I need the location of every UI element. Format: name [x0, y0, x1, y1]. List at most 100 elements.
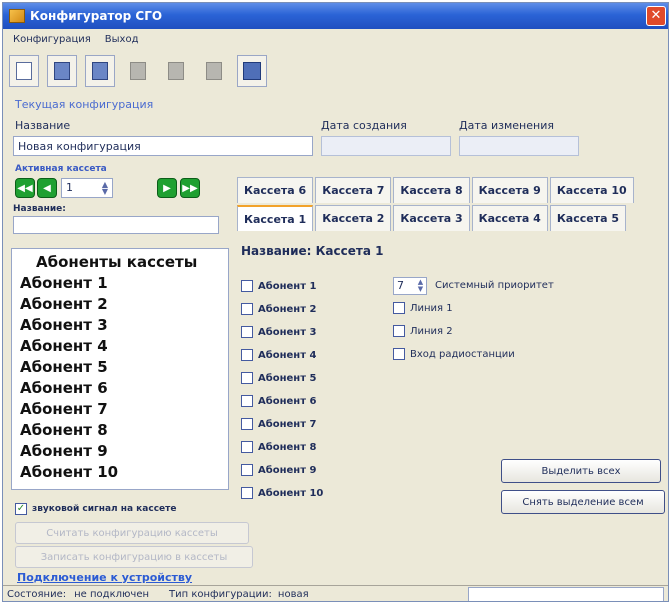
- tab-cassette-4[interactable]: Кассета 4: [471, 205, 548, 231]
- created-date-label: Дата создания: [321, 119, 407, 132]
- spinner-arrows-icon[interactable]: ▲ ▼: [416, 279, 425, 293]
- subscriber-checkbox-4[interactable]: Абонент 4: [241, 349, 316, 361]
- tab-cassette-6[interactable]: Кассета 6: [237, 177, 314, 203]
- checkbox-checked[interactable]: ✓: [15, 503, 27, 515]
- deselect-all-button[interactable]: Снять выделение всем: [501, 490, 665, 514]
- checkbox[interactable]: [241, 441, 253, 453]
- save-config-button[interactable]: [85, 55, 115, 87]
- connect-device-link[interactable]: Подключение к устройству: [17, 571, 192, 584]
- list-item[interactable]: Абонент 9: [12, 441, 228, 462]
- checkbox[interactable]: [241, 372, 253, 384]
- list-item[interactable]: Абонент 5: [12, 357, 228, 378]
- checkbox-label: Абонент 8: [258, 441, 317, 453]
- list-item[interactable]: Абонент 6: [12, 378, 228, 399]
- created-date-field: [321, 136, 451, 156]
- main-window: Конфигуратор СГО ✕ Конфигурация Выход Те…: [2, 2, 669, 602]
- menu-exit[interactable]: Выход: [105, 34, 139, 45]
- state-label: Состояние:: [7, 589, 67, 600]
- write-device-icon: [243, 62, 261, 80]
- tab-cassette-2[interactable]: Кассета 2: [315, 205, 392, 231]
- config-type-label: Тип конфигурации:: [169, 589, 272, 600]
- checkbox[interactable]: [393, 348, 405, 360]
- list-item[interactable]: Абонент 2: [12, 294, 228, 315]
- export-button[interactable]: [161, 55, 191, 87]
- priority-value: 7: [397, 279, 404, 292]
- select-all-button[interactable]: Выделить всех: [501, 459, 661, 483]
- checkbox[interactable]: [241, 487, 253, 499]
- checkbox-label: Абонент 7: [258, 418, 317, 430]
- write-device-button[interactable]: [237, 55, 267, 87]
- tab-cassette-10[interactable]: Кассета 10: [549, 177, 634, 203]
- title-bar: Конфигуратор СГО ✕: [3, 3, 668, 29]
- import-button[interactable]: [199, 55, 229, 87]
- radio-input-checkbox[interactable]: Вход радиостанции: [393, 348, 515, 360]
- first-cassette-button[interactable]: ◀◀: [15, 178, 35, 198]
- spinner-arrows-icon[interactable]: ▲ ▼: [100, 181, 110, 196]
- tab-cassette-8[interactable]: Кассета 8: [393, 177, 470, 203]
- checkbox[interactable]: [241, 395, 253, 407]
- checkbox[interactable]: [241, 464, 253, 476]
- checkbox-label: Абонент 5: [258, 372, 317, 384]
- new-config-button[interactable]: [9, 55, 39, 87]
- priority-spinner[interactable]: 7 ▲ ▼: [393, 277, 427, 295]
- checkbox[interactable]: [241, 349, 253, 361]
- modified-date-label: Дата изменения: [459, 119, 554, 132]
- tab-cassette-9[interactable]: Кассета 9: [471, 177, 548, 203]
- line2-label: Линия 2: [410, 325, 453, 337]
- subscriber-checkbox-5[interactable]: Абонент 5: [241, 372, 316, 384]
- modified-date-field: [459, 136, 579, 156]
- last-cassette-button[interactable]: ▶▶: [180, 178, 200, 198]
- subscriber-list[interactable]: Абоненты кассеты Абонент 1 Абонент 2 Або…: [11, 248, 229, 490]
- subscriber-checkbox-9[interactable]: Абонент 9: [241, 464, 316, 476]
- save-as-button[interactable]: [123, 55, 153, 87]
- subscriber-checkbox-3[interactable]: Абонент 3: [241, 326, 316, 338]
- tab-cassette-1[interactable]: Кассета 1: [237, 205, 314, 231]
- tabs-row-bottom: Кассета 1 Кассета 2 Кассета 3 Кассета 4 …: [237, 205, 627, 231]
- menu-configuration[interactable]: Конфигурация: [13, 34, 91, 45]
- tabs-row-top: Кассета 6 Кассета 7 Кассета 8 Кассета 9 …: [237, 177, 634, 203]
- config-type-value: новая: [277, 589, 309, 600]
- subscriber-checkbox-10[interactable]: Абонент 10: [241, 487, 323, 499]
- list-item[interactable]: Абонент 4: [12, 336, 228, 357]
- line2-checkbox[interactable]: Линия 2: [393, 325, 453, 337]
- subscriber-checkbox-1[interactable]: Абонент 1: [241, 280, 316, 292]
- cassette-name-field[interactable]: [13, 216, 219, 234]
- priority-label: Системный приоритет: [435, 280, 554, 291]
- tab-cassette-5[interactable]: Кассета 5: [549, 205, 627, 231]
- subscriber-checkbox-8[interactable]: Абонент 8: [241, 441, 316, 453]
- list-item[interactable]: Абонент 1: [12, 273, 228, 294]
- sound-signal-checkbox[interactable]: ✓ звуковой сигнал на кассете: [15, 503, 176, 515]
- checkbox-label: Абонент 4: [258, 349, 317, 361]
- checkbox[interactable]: [241, 418, 253, 430]
- cassette-number-spinner[interactable]: 1 ▲ ▼: [61, 178, 113, 198]
- list-item[interactable]: Абонент 3: [12, 315, 228, 336]
- subscriber-list-header: Абоненты кассеты: [36, 253, 198, 271]
- checkbox[interactable]: [241, 326, 253, 338]
- line1-checkbox[interactable]: Линия 1: [393, 302, 453, 314]
- line1-label: Линия 1: [410, 302, 453, 314]
- next-cassette-button[interactable]: ▶: [157, 178, 177, 198]
- subscriber-checkbox-7[interactable]: Абонент 7: [241, 418, 316, 430]
- status-bar: Состояние: не подключен Тип конфигурации…: [3, 585, 668, 601]
- checkbox[interactable]: [393, 302, 405, 314]
- checkbox[interactable]: [241, 303, 253, 315]
- save-icon: [92, 62, 108, 80]
- tab-cassette-3[interactable]: Кассета 3: [393, 205, 470, 231]
- subscriber-checkbox-6[interactable]: Абонент 6: [241, 395, 316, 407]
- list-item[interactable]: Абонент 8: [12, 420, 228, 441]
- list-item[interactable]: Абонент 7: [12, 399, 228, 420]
- close-button[interactable]: ✕: [646, 6, 666, 26]
- config-name-field[interactable]: Новая конфигурация: [13, 136, 313, 156]
- checkbox[interactable]: [241, 280, 253, 292]
- menu-bar: Конфигурация Выход: [3, 29, 668, 49]
- tab-cassette-7[interactable]: Кассета 7: [315, 177, 392, 203]
- checkbox-label: Абонент 2: [258, 303, 317, 315]
- last-icon: ▶▶: [182, 182, 198, 194]
- subscriber-checkbox-2[interactable]: Абонент 2: [241, 303, 316, 315]
- list-item[interactable]: Абонент 10: [12, 462, 228, 483]
- toolbar: [9, 55, 267, 93]
- checkbox[interactable]: [393, 325, 405, 337]
- open-config-button[interactable]: [47, 55, 77, 87]
- prev-cassette-button[interactable]: ◀: [37, 178, 57, 198]
- open-icon: [54, 62, 70, 80]
